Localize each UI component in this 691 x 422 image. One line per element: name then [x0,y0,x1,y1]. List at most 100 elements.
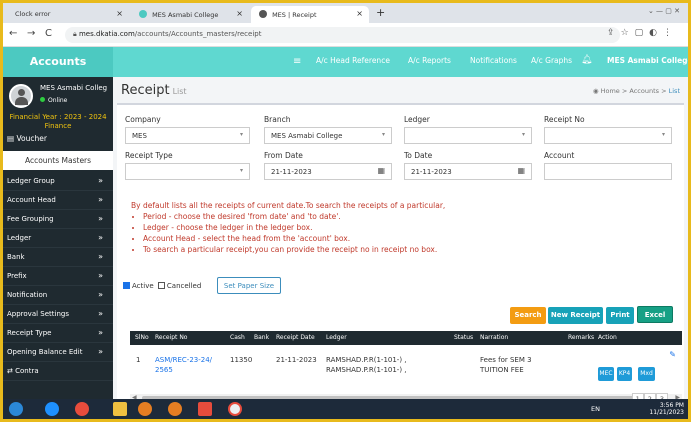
sidebar-item-accounts-masters[interactable]: Accounts Masters [3,151,113,170]
browser-tab-clock-error[interactable]: Clock error × [7,6,129,23]
chevron-down-icon: ▾ [661,131,665,138]
sidebar-item-notification[interactable]: Notification » [3,286,113,305]
to-date-input[interactable]: 21-11-2023 ▦ [404,163,532,180]
receipt-type-select[interactable]: ▾ [125,163,250,180]
sidebar-item-label: Account Head [7,196,56,204]
help-item: Account Head - select the head from the … [143,233,445,244]
help-item: Period - choose the desired 'from date' … [143,211,445,222]
cancelled-checkbox[interactable] [157,282,165,289]
browser-tab-college[interactable]: MES Asmabi College × [131,6,249,23]
close-tab-icon[interactable]: × [116,9,123,18]
url-path: /accounts/Accounts_masters/receipt [134,30,262,38]
start-icon[interactable] [9,402,23,416]
receipt-no-part: ASM/REC-23-24/ [155,356,213,364]
search-help: By default lists all the receipts of cur… [131,200,445,255]
status-text: Online [48,97,68,104]
ie-browser-icon[interactable] [45,402,59,416]
table-header: SlNo Receipt No Cash Bank Receipt Date L… [130,331,682,345]
narration-line: TUITION FEE [480,366,524,374]
page-title: Receipt List [121,83,187,98]
print-button[interactable]: Print [606,307,634,324]
company-value: MES [132,132,147,140]
globe-favicon-icon [259,10,267,18]
browser-toolbar-icons[interactable]: ⇪☆▢◐⋮ [607,28,678,38]
set-paper-size-button[interactable]: Set Paper Size [217,277,281,294]
new-receipt-button[interactable]: New Receipt [548,307,603,324]
calendar-icon[interactable]: ▦ [517,166,525,175]
sidebar-item-bank[interactable]: Bank » [3,248,113,267]
file-explorer-icon[interactable] [113,402,127,416]
ledger-select[interactable]: ▾ [404,127,532,144]
col-action: Action [598,334,617,341]
media-app-icon[interactable] [138,402,152,416]
mxd-button[interactable]: Mxd [638,367,655,381]
chevron-right-icon: » [98,233,103,242]
profile-name: MES Asmabi Colleg [40,84,108,92]
close-tab-icon[interactable]: × [236,9,243,18]
calendar-icon[interactable]: ▦ [377,166,385,175]
bell-icon[interactable]: 🔔︎ [581,55,592,65]
sidebar-item-receipt-type[interactable]: Receipt Type » [3,324,113,343]
system-clock[interactable]: 3:56 PM 11/21/2023 [649,402,684,416]
receipt-type-label: Receipt Type [125,151,173,160]
from-date-label: From Date [264,151,303,160]
sidebar-item-account-head[interactable]: Account Head » [3,191,113,210]
from-date-input[interactable]: 21-11-2023 ▦ [264,163,392,180]
search-button[interactable]: Search [510,307,546,324]
edit-icon[interactable]: ✎ [669,350,676,359]
mec-button[interactable]: MEC [598,367,614,381]
chevron-down-icon: ▾ [239,167,243,174]
browser-tab-receipt[interactable]: MES | Receipt × [251,6,369,23]
receipt-no-select[interactable]: ▾ [544,127,672,144]
chevron-right-icon: » [98,290,103,299]
chrome-active-icon[interactable] [228,402,242,416]
receipt-no-part: 2565 [155,366,173,374]
receipt-panel: Company MES ▾ Branch MES Asmabi College ▾ … [117,103,684,402]
language-indicator[interactable]: EN [591,405,600,413]
nav-reports[interactable]: A/c Reports [408,56,451,65]
chevron-right-icon: » [98,328,103,337]
back-icon[interactable]: ← [9,28,17,39]
sidebar-item-opening-balance-edit[interactable]: Opening Balance Edit » [3,343,113,362]
sidebar-item-voucher[interactable]: ▤ Voucher [3,130,113,147]
col-ledger: Ledger [326,334,347,341]
ledger-label: Ledger [404,115,430,124]
breadcrumb-home[interactable]: Home [601,87,620,95]
receipt-number-link[interactable]: ASM/REC-23-24/2565 [155,355,212,375]
nav-head-reference[interactable]: A/c Head Reference [316,56,390,65]
close-tab-icon[interactable]: × [356,9,363,18]
kp4-button[interactable]: KP4 [617,367,632,381]
tab-title: MES | Receipt [272,11,317,19]
account-input[interactable] [544,163,672,180]
menu-toggle-icon[interactable]: ≡ [293,56,301,67]
nav-notifications[interactable]: Notifications [470,56,517,65]
sidebar-item-prefix[interactable]: Prefix » [3,267,113,286]
sidebar-item-label: Contra [15,367,39,375]
sidebar-item-contra[interactable]: ⇄ Contra [3,362,113,381]
chevron-right-icon: » [98,309,103,318]
sidebar-item-ledger-group[interactable]: Ledger Group » [3,172,113,191]
breadcrumb-section[interactable]: Accounts [629,87,659,95]
chevron-right-icon: » [98,271,103,280]
new-tab-icon[interactable]: + [376,6,385,19]
reload-icon[interactable]: C [45,28,52,39]
excel-button[interactable]: Excel [637,306,673,323]
sidebar-item-ledger[interactable]: Ledger » [3,229,113,248]
url-field[interactable]: 🔒︎ mes.dkatia.com/accounts/Accounts_mast… [65,27,620,43]
user-profile: MES Asmabi Colleg Online [3,77,113,125]
sidebar-item-fee-grouping[interactable]: Fee Grouping » [3,210,113,229]
company-select[interactable]: MES ▾ [125,127,250,144]
sidebar-item-label: Notification [7,291,48,299]
media-player-icon[interactable] [168,402,182,416]
app-brand[interactable]: Accounts [3,47,113,77]
window-controls-icon[interactable]: ⌄ — ▢ ✕ [648,7,680,15]
anydesk-icon[interactable] [198,402,212,416]
chrome-icon[interactable] [75,402,89,416]
branch-select[interactable]: MES Asmabi College ▾ [264,127,392,144]
clock-time: 3:56 PM [659,402,684,409]
college-name[interactable]: MES Asmabi College [607,56,688,65]
sidebar-item-approval-settings[interactable]: Approval Settings » [3,305,113,324]
active-checkbox[interactable] [123,282,130,289]
forward-icon[interactable]: → [27,28,35,39]
nav-graphs[interactable]: A/c Graphs [531,56,572,65]
